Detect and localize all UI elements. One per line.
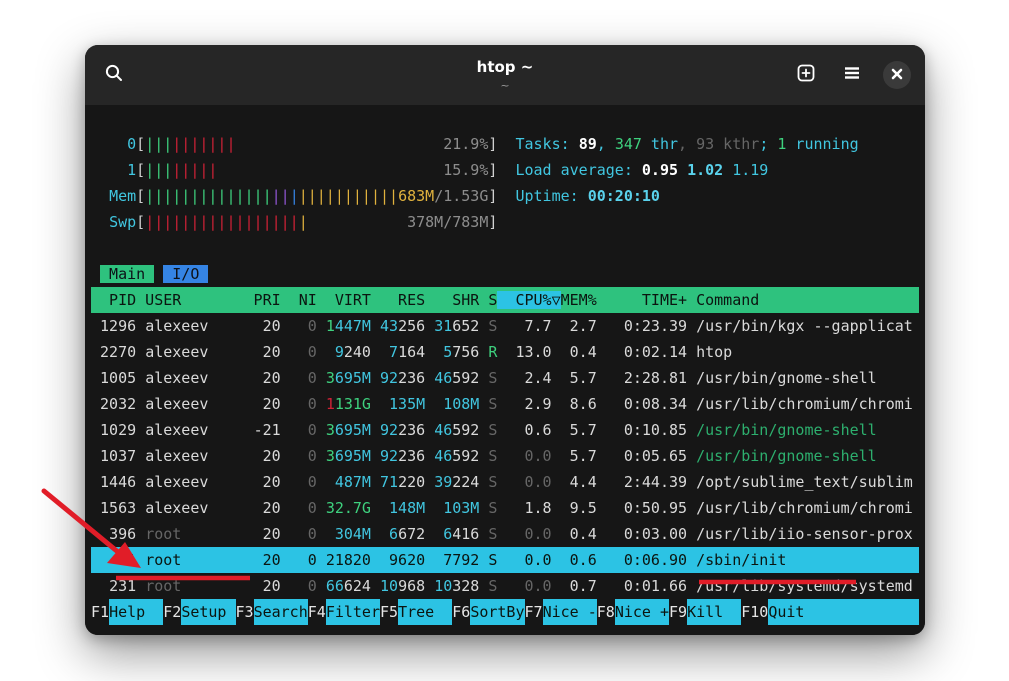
fkey-label-F5: F5 xyxy=(380,599,398,625)
window-subtitle: ~ xyxy=(500,79,509,92)
meter-line-0: 0[|||||||||| 21.9%] Tasks: 89, 347 thr, … xyxy=(91,131,919,157)
menu-button[interactable] xyxy=(837,60,867,90)
fkey-label-F10: F10 xyxy=(741,599,768,625)
new-tab-button[interactable] xyxy=(791,60,821,90)
fkey-action-help[interactable]: Help xyxy=(109,599,163,625)
tab-i-o[interactable]: I/O xyxy=(163,265,208,283)
new-tab-icon xyxy=(796,63,816,87)
process-row-1446[interactable]: 1446 alexeev 20 0 487M 71220 39224 S 0.0… xyxy=(91,469,919,495)
fkey-action-tree[interactable]: Tree xyxy=(398,599,452,625)
fkey-action-filter[interactable]: Filter xyxy=(326,599,380,625)
process-row-1037[interactable]: 1037 alexeev 20 0 3695M 92236 46592 S 0.… xyxy=(91,443,919,469)
fkey-action-quit[interactable]: Quit xyxy=(768,599,919,625)
fkey-action-nice-[interactable]: Nice - xyxy=(543,599,597,625)
htop-header-meters: 0[|||||||||| 21.9%] Tasks: 89, 347 thr, … xyxy=(91,131,919,235)
window-title: htop ~ xyxy=(477,59,534,76)
blank-line xyxy=(91,235,919,261)
fkey-label-F3: F3 xyxy=(236,599,254,625)
fkey-label-F9: F9 xyxy=(669,599,687,625)
console-window: htop ~ ~ xyxy=(85,45,925,635)
process-row-1563[interactable]: 1563 alexeev 20 0 32.7G 148M 103M S 1.8 … xyxy=(91,495,919,521)
titlebar: htop ~ ~ xyxy=(85,45,925,105)
search-button[interactable] xyxy=(99,60,129,90)
process-row-1296[interactable]: 1296 alexeev 20 0 1447M 43256 31652 S 7.… xyxy=(91,313,919,339)
process-table: 1296 alexeev 20 0 1447M 43256 31652 S 7.… xyxy=(91,313,919,599)
sort-column-header[interactable]: CPU%▽ xyxy=(497,291,560,309)
close-icon xyxy=(890,66,904,85)
fkey-action-setup[interactable]: Setup xyxy=(181,599,235,625)
fkey-action-kill[interactable]: Kill xyxy=(687,599,741,625)
process-row-2032[interactable]: 2032 alexeev 20 0 1131G 135M 108M S 2.9 … xyxy=(91,391,919,417)
fkey-label-F6: F6 xyxy=(452,599,470,625)
meter-line-mem: Mem[||||||||||||||||||||||||||||683M/1.5… xyxy=(91,183,919,209)
fkey-label-F1: F1 xyxy=(91,599,109,625)
fkey-label-F4: F4 xyxy=(308,599,326,625)
search-icon xyxy=(104,63,124,87)
fkey-action-nice-[interactable]: Nice + xyxy=(615,599,669,625)
process-row-1029[interactable]: 1029 alexeev -21 0 3695M 92236 46592 S 0… xyxy=(91,417,919,443)
page: htop ~ ~ xyxy=(0,0,1009,681)
process-row-396[interactable]: 396 root 20 0 304M 6672 6416 S 0.0 0.4 0… xyxy=(91,521,919,547)
screen-tabs: Main I/O xyxy=(91,261,919,287)
process-row-1[interactable]: 1 root 20 0 21820 9620 7792 S 0.0 0.6 0:… xyxy=(91,547,919,573)
function-key-bar: F1Help F2Setup F3SearchF4FilterF5Tree F6… xyxy=(91,599,919,625)
table-header: PID USER PRI NI VIRT RES SHR S CPU%▽MEM%… xyxy=(91,287,919,313)
fkey-label-F7: F7 xyxy=(525,599,543,625)
terminal: 0[|||||||||| 21.9%] Tasks: 89, 347 thr, … xyxy=(85,105,925,635)
process-row-1005[interactable]: 1005 alexeev 20 0 3695M 92236 46592 S 2.… xyxy=(91,365,919,391)
meter-line-1: 1[|||||||| 15.9%] Load average: 0.95 1.0… xyxy=(91,157,919,183)
fkey-label-F8: F8 xyxy=(597,599,615,625)
fkey-action-search[interactable]: Search xyxy=(254,599,308,625)
process-row-231[interactable]: 231 root 20 0 66624 10968 10328 S 0.0 0.… xyxy=(91,573,919,599)
process-row-2270[interactable]: 2270 alexeev 20 0 9240 7164 5756 R 13.0 … xyxy=(91,339,919,365)
fkey-label-F2: F2 xyxy=(163,599,181,625)
menu-icon xyxy=(842,63,862,87)
meter-line-swp: Swp[|||||||||||||||||| 378M/783M] xyxy=(91,209,919,235)
tab-main[interactable]: Main xyxy=(100,265,154,283)
fkey-action-sortby[interactable]: SortBy xyxy=(470,599,524,625)
close-button[interactable] xyxy=(883,61,911,89)
